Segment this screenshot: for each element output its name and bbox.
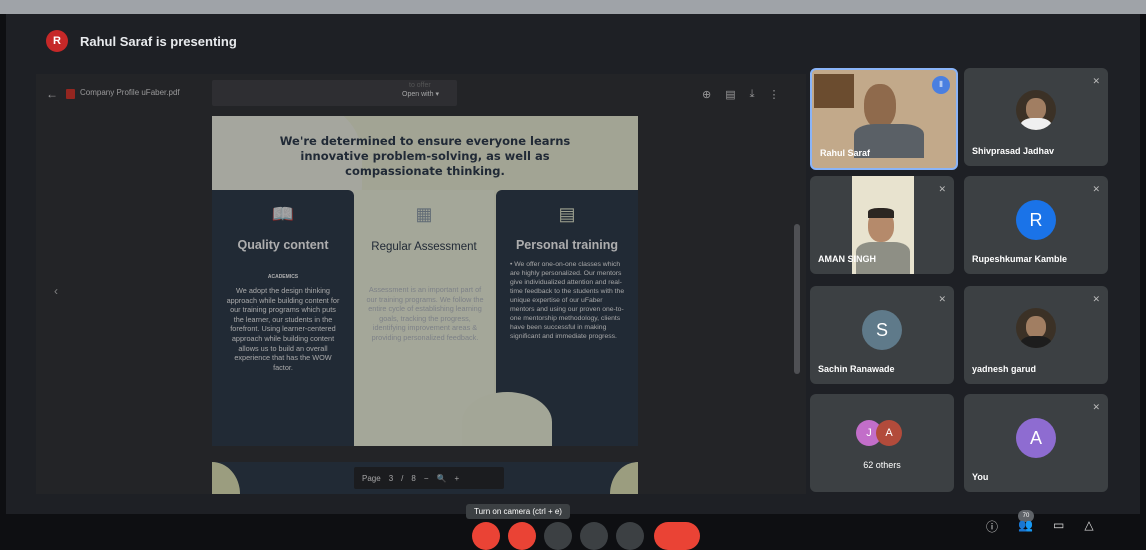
participant-tile-rahul[interactable]: ⦀ Rahul Saraf: [810, 68, 958, 170]
participant-name: You: [972, 472, 989, 482]
speaking-indicator-icon: ⦀: [932, 76, 950, 94]
participant-name: Rahul Saraf: [820, 148, 871, 158]
mic-off-icon: ✕: [938, 184, 946, 194]
mic-off-icon: ✕: [938, 294, 946, 304]
avatar: [1016, 90, 1056, 130]
participant-tile-rupeshkumar[interactable]: ✕ R Rupeshkumar Kamble: [964, 176, 1108, 274]
participant-name: AMAN SINGH: [818, 254, 876, 264]
mic-off-icon: ✕: [1092, 294, 1100, 304]
participant-name: Shivprasad Jadhav: [972, 146, 1055, 156]
participant-tile-you[interactable]: ✕ A You: [964, 394, 1108, 492]
screen-capture-dim: [36, 74, 806, 494]
avatar: S: [862, 310, 902, 350]
meet-window: R Rahul Saraf is presenting ← Company Pr…: [6, 14, 1140, 550]
mic-off-icon: ✕: [1092, 76, 1100, 86]
presenter-label: Rahul Saraf is presenting: [80, 33, 237, 49]
more-options-button[interactable]: [616, 522, 644, 550]
monitor-bezel-top: [0, 0, 1146, 14]
camera-button[interactable]: [508, 522, 536, 550]
avatar: [1016, 308, 1056, 348]
captions-button[interactable]: [544, 522, 572, 550]
shared-screen[interactable]: ← Company Profile uFaber.pdf to offer Op…: [36, 74, 806, 494]
avatar: R: [1016, 200, 1056, 240]
video-face: [864, 84, 896, 128]
participant-name: Sachin Ranawade: [818, 364, 895, 374]
participant-tile-others[interactable]: J A 62 others: [810, 394, 954, 492]
participant-tile-sachin[interactable]: ✕ S Sachin Ranawade: [810, 286, 954, 384]
avatar: A: [876, 420, 902, 446]
video-hair: [868, 208, 894, 218]
camera-tooltip: Turn on camera (ctrl + e): [466, 504, 570, 519]
others-avatar-stack: J A: [856, 420, 916, 450]
participant-name: Rupeshkumar Kamble: [972, 254, 1068, 264]
participant-tile-shivprasad[interactable]: ✕ Shivprasad Jadhav: [964, 68, 1108, 166]
mic-button[interactable]: [472, 522, 500, 550]
mic-off-icon: ✕: [1092, 184, 1100, 194]
presenter-avatar: R: [46, 30, 68, 52]
end-call-button[interactable]: [654, 522, 700, 550]
participant-tile-aman[interactable]: ✕ AMAN SINGH: [810, 176, 954, 274]
video-background: [814, 74, 854, 108]
others-count-label: 62 others: [863, 460, 901, 470]
participant-name: yadnesh garud: [972, 364, 1037, 374]
presenter-bar: R Rahul Saraf is presenting: [46, 30, 237, 52]
participant-tile-yadnesh[interactable]: ✕ yadnesh garud: [964, 286, 1108, 384]
mic-off-icon: ✕: [1092, 402, 1100, 412]
present-button[interactable]: [580, 522, 608, 550]
avatar: A: [1016, 418, 1056, 458]
